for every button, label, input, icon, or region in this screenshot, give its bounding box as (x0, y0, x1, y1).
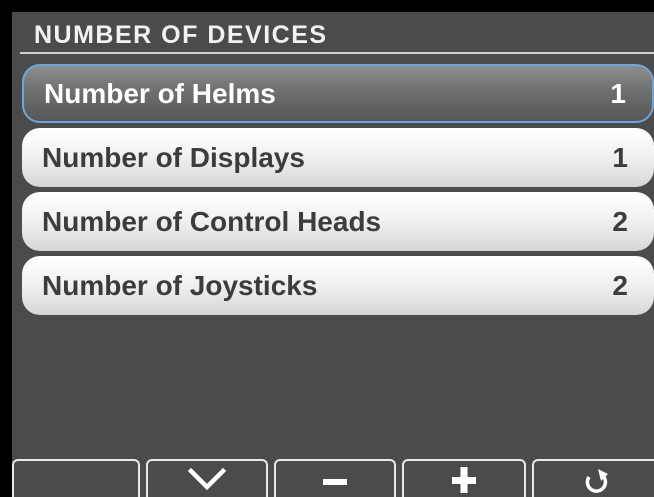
softkey-back[interactable] (532, 459, 654, 497)
softkey-decrease[interactable] (274, 459, 396, 497)
plus-icon (452, 467, 476, 493)
menu-item-helms[interactable]: Number of Helms 1 (22, 64, 654, 123)
menu-item-control-heads[interactable]: Number of Control Heads 2 (22, 192, 654, 251)
menu-item-value: 2 (612, 270, 628, 301)
device-screen: NUMBER OF DEVICES Number of Helms 1 Numb… (12, 12, 654, 497)
softkey-increase[interactable] (402, 459, 526, 497)
menu-item-displays[interactable]: Number of Displays 1 (22, 128, 654, 187)
menu-item-label: Number of Joysticks (42, 270, 318, 301)
menu-item-joysticks[interactable]: Number of Joysticks 2 (22, 256, 654, 315)
menu-item-value: 1 (612, 142, 628, 173)
menu-item-label: Number of Control Heads (42, 206, 382, 237)
menu-item-value: 1 (610, 78, 626, 109)
minus-icon (323, 479, 347, 485)
softkey-down[interactable] (146, 459, 268, 497)
softkey-blank[interactable] (12, 459, 140, 497)
device-count-menu: Number of Helms 1 Number of Displays 1 N… (22, 64, 654, 320)
menu-item-value: 2 (612, 206, 628, 237)
title-divider (20, 52, 654, 54)
page-title: NUMBER OF DEVICES (34, 21, 328, 49)
menu-item-label: Number of Helms (44, 78, 276, 109)
menu-item-label: Number of Displays (42, 142, 305, 173)
back-icon (585, 469, 608, 493)
softkey-bar (12, 459, 654, 497)
chevron-down-icon (187, 467, 227, 491)
